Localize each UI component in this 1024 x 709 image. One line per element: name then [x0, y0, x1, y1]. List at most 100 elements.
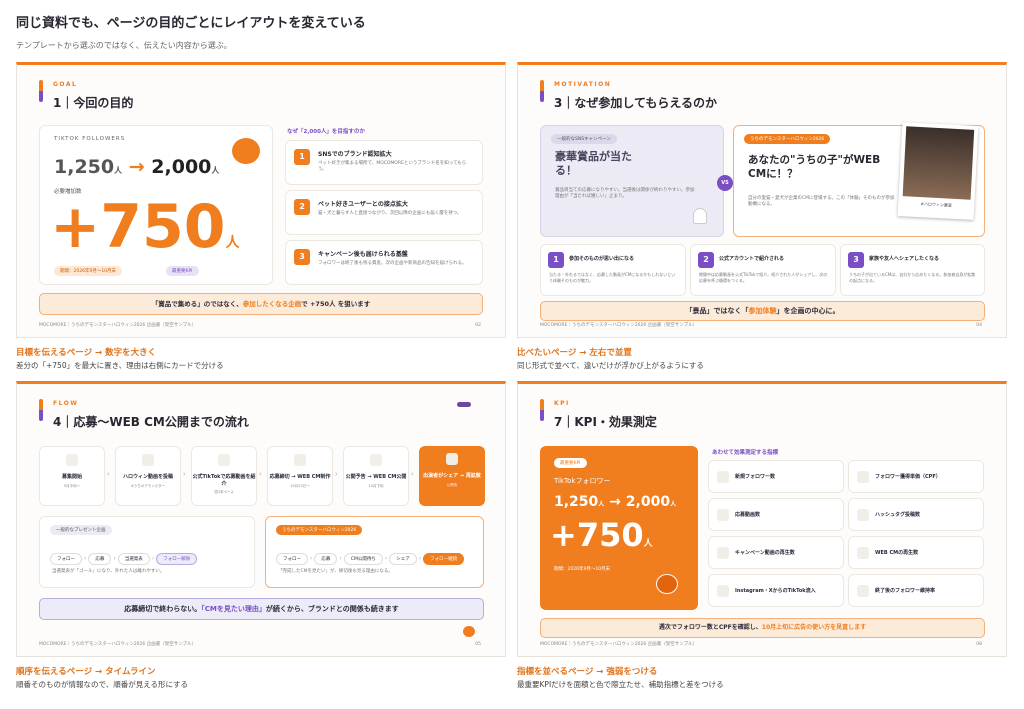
metric-icon: [717, 547, 729, 559]
slide-kpi: KPI 7｜KPI・効果測定 最重要KPI TikTokフォロワー 1,250人…: [517, 381, 1007, 657]
caption-text: 同じ形式で並べて、違いだけが浮かび上がるようにする: [517, 361, 704, 370]
accent-bar: [39, 80, 43, 102]
timeline-step: 応募締切 → WEB CM制作 10月20日〜: [267, 446, 333, 506]
left-compare: 一般的なSNSキャンペーン 豪華賞品が当たる！ 賞品目当ての応募になりやすい。当…: [540, 125, 724, 237]
caption-title: 比べたいページ → 左右で並置: [517, 348, 632, 358]
metric-card: フォロワー獲得単価（CPF）: [848, 460, 984, 493]
step-icon: [218, 454, 230, 466]
page-number: 02: [475, 323, 481, 328]
summary-banner: 応募締切で終わらない。「CMを見たい理由」が続くから、ブランドとの関係も続きます: [39, 598, 484, 620]
timeline-step: 募集開始 9月中旬〜: [39, 446, 105, 506]
step-icon: [294, 454, 306, 466]
big-number: +750人: [50, 192, 240, 262]
caption-title: 目標を伝えるページ → 数字を大きく: [16, 348, 157, 358]
page-number: 08: [976, 642, 982, 647]
page-number: 05: [475, 642, 481, 647]
step-icon: [370, 454, 382, 466]
slide-footer: MOCOMORE｜うちのデモンスターハロウィン2026 企画書（架空サンプル）: [540, 323, 698, 328]
step-arrow: ›: [411, 470, 414, 478]
chain-step: 応募: [314, 553, 338, 565]
step-arrow: ›: [335, 470, 338, 478]
timeline-step: 出演者がシェア → 再拡散 公開後: [419, 446, 485, 506]
summary-banner: 「景品」ではなく「参加体験」を企画の中心に。: [540, 301, 985, 321]
slide-kicker: GOAL: [53, 81, 78, 88]
left-chain: フォロー › 応募 › 当選発表 › フォロー解除: [50, 545, 199, 565]
metric-icon: [857, 471, 869, 483]
kpi-panel: TIKTOK FOLLOWERS 1,250人 → 2,000人 必要増加数 +…: [39, 125, 273, 285]
point-card: 1 参加そのものが思い出になる 当たる・外れるではなく、応募した動画がCMになるかも…: [540, 244, 686, 296]
reasons-title: なぜ「2,000人」を目指すのか: [287, 129, 365, 135]
metric-card: 新規フォロワー数: [708, 460, 844, 493]
metric-icon: [717, 585, 729, 597]
reason-card: 3 キャンペーン後も届けられる基盤 フォロワーは終了後も残る資産。次の企画や新商品の…: [285, 240, 483, 285]
chain-step: フォロー: [50, 553, 82, 565]
slide-title: 3｜なぜ参加してもらえるのか: [554, 96, 718, 110]
metric-card: 終了後のフォロワー維持率: [848, 574, 984, 607]
left-heading: 豪華賞品が当たる！: [555, 150, 632, 177]
slide-footer: MOCOMORE｜うちのデモンスターハロウィン2026 企画書（架空サンプル）: [39, 323, 197, 328]
slide-title: 4｜応募〜WEB CM公開までの流れ: [53, 415, 249, 429]
main-kpi-card: 最重要KPI TikTokフォロワー 1,250人 → 2,000人 +750人…: [540, 446, 698, 610]
caption-title: 順序を伝えるページ → タイムライン: [16, 667, 156, 677]
reason-card: 1 SNSでのブランド認知拡大 ペット好きが集まる場所で、MOCOMOREというブラ…: [285, 140, 483, 185]
right-compare: うちのデモンスターハロウィン2026 あなたの"うちの子"がWEB CMに！？ …: [733, 122, 985, 237]
pumpkin-icon: [463, 626, 475, 637]
slide-kicker: KPI: [554, 400, 570, 407]
ghost-icon: [693, 208, 707, 224]
bat-icon: [457, 402, 471, 407]
accent-bar: [540, 399, 544, 421]
metric-icon: [717, 471, 729, 483]
right-chain: フォロー › 応募 › CM公開待ち › シェア › フォロー継続: [276, 545, 466, 565]
slide-kicker: MOTIVATION: [554, 81, 612, 88]
point-card: 2 公式アカウントで紹介される 期間中は応募動画を公式TikTokで紹介。紹介された…: [690, 244, 836, 296]
chain-step: フォロー解除: [156, 553, 198, 565]
slide-footer: MOCOMORE｜うちのデモンスターハロウィン2026 企画書（架空サンプル）: [39, 642, 197, 647]
metric-card: キャンペーン動画の再生数: [708, 536, 844, 569]
reason-card: 2 ペット好きユーザーとの接点拡大 猫・犬と暮らす人と直接つながり、次回以降の企画に…: [285, 190, 483, 235]
summary-banner: 週次でフォロワー数とCPFを確認し、10月上旬に広告の使い方を見直します: [540, 618, 985, 638]
step-icon: [446, 453, 458, 465]
vs-badge: VS: [717, 175, 733, 191]
right-flow: うちのデモンスターハロウィン2026 フォロー › 応募 › CM公開待ち › シェア › フォ…: [265, 516, 484, 588]
page-number: 04: [976, 323, 982, 328]
accent-bar: [39, 399, 43, 421]
slide-kicker: FLOW: [53, 400, 79, 407]
chain-step: フォロー継続: [423, 553, 465, 565]
slide-motivation: MOTIVATION 3｜なぜ参加してもらえるのか 一般的なSNSキャンペーン …: [517, 62, 1007, 338]
metric-icon: [717, 509, 729, 521]
left-flow: 一般的なプレゼント企画 フォロー › 応募 › 当選発表 › フォロー解除 当選発表が「ゴー…: [39, 516, 255, 588]
step-icon: [142, 454, 154, 466]
page-title: 同じ資料でも、ページの目的ごとにレイアウトを変えている: [16, 16, 366, 31]
chain-step: CM公開待ち: [343, 553, 383, 565]
metric-card: Instagram・XからのTikTok流入: [708, 574, 844, 607]
caption-title: 指標を並べるページ → 強弱をつける: [517, 667, 658, 677]
kpi-label: TIKTOK FOLLOWERS: [54, 136, 126, 142]
kpi-pill: 最重要KPI: [166, 266, 199, 276]
chain-step: シェア: [389, 553, 417, 565]
chain-step: フォロー: [276, 553, 308, 565]
metric-card: 応募動画数: [708, 498, 844, 531]
metric-icon: [857, 509, 869, 521]
pumpkin-icon: [232, 138, 260, 164]
metric-icon: [857, 585, 869, 597]
caption-text: 最重要KPIだけを面積と色で際立たせ、補助指標と差をつける: [517, 680, 724, 689]
slide-flow: FLOW 4｜応募〜WEB CM公開までの流れ 一般的なプレゼント企画 フォロー…: [16, 381, 506, 657]
page-header: 同じ資料でも、ページの目的ごとにレイアウトを変えている テンプレートから選ぶので…: [16, 12, 366, 51]
step-arrow: ›: [183, 470, 186, 478]
metric-card: ハッシュタグ投稿数: [848, 498, 984, 531]
step-arrow: ›: [259, 470, 262, 478]
timeline-step: 公開予告 → WEB CM公開 10月下旬: [343, 446, 409, 506]
period-pill: 期間：2026年9月〜10月末: [54, 266, 123, 276]
right-heading: あなたの"うちの子"がWEB CMに！？: [748, 154, 881, 180]
slide-goal: GOAL 1｜今回の目的 TIKTOK FOLLOWERS 1,250人 → 2…: [16, 62, 506, 338]
page-subtitle: テンプレートから選ぶのではなく、伝えたい内容から選ぶ。: [16, 41, 232, 50]
timeline-step: 公式TikTokで応募動画を紹介 週3本ペース: [191, 446, 257, 506]
chain-step: 当選発表: [117, 553, 150, 565]
step-icon: [66, 454, 78, 466]
metric-icon: [857, 547, 869, 559]
caption-text: 順番そのものが情報なので、順番が見える形にする: [16, 680, 189, 689]
metric-card: WEB CMの再生数: [848, 536, 984, 569]
step-arrow: ›: [107, 470, 110, 478]
summary-banner: 「賞品で集める」のではなく、参加したくなる企画で +750人 を狙います: [39, 293, 483, 315]
cat-photo: #ハロウィン審査: [897, 122, 979, 220]
